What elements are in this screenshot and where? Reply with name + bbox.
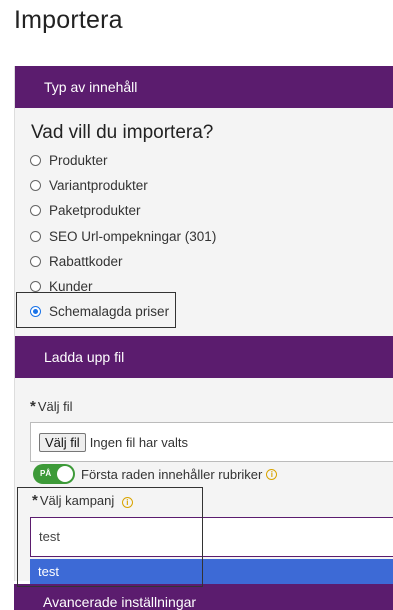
required-mark: * [30,398,36,415]
radio-label: Rabattkoder [49,253,123,269]
radio-option-seo-url[interactable]: SEO Url-ompekningar (301) [29,224,216,249]
campaign-label-text: Välj kampanj [39,493,115,508]
file-field-label: * Välj fil [30,398,73,415]
radio-option-produkter[interactable]: Produkter [29,148,216,173]
radio-option-paketprodukter[interactable]: Paketprodukter [29,198,216,223]
radio-button[interactable] [30,205,41,217]
radio-button[interactable] [30,155,41,167]
radio-option-kunder[interactable]: Kunder [29,274,216,299]
radio-button[interactable] [30,255,41,267]
radio-label: Paketprodukter [49,203,141,219]
header-row-toggle-row: PÅ Första raden innehåller rubriker i [33,464,278,484]
file-status: Ingen fil har valts [89,434,188,450]
radio-label: Produkter [49,153,108,169]
radio-button[interactable] [30,230,41,242]
radio-label: Kunder [49,279,93,295]
upload-panel: Ladda upp fil * Välj fil Välj fil Ingen f… [14,336,393,581]
radio-option-schemalagda-priser[interactable]: Schemalagda priser [29,299,216,324]
radio-label: SEO Url-ompekningar (301) [49,228,217,244]
info-icon[interactable]: i [266,468,278,480]
import-type-radio-group: Produkter Variantprodukter Paketprodukte… [29,148,216,324]
radio-option-rabattkoder[interactable]: Rabattkoder [29,249,216,274]
campaign-field-label: * Välj kampanj i [32,492,133,509]
radio-label: Schemalagda priser [49,304,170,320]
toggle-knob [57,466,73,482]
file-input[interactable]: Välj fil Ingen fil har valts [30,422,393,462]
radio-label: Variantprodukter [49,178,148,194]
required-mark: * [32,492,38,509]
file-label-text: Välj fil [37,399,73,414]
content-type-panel: Typ av innehåll Vad vill du importera? P… [14,66,393,336]
radio-option-variantprodukter[interactable]: Variantprodukter [29,173,216,198]
campaign-input[interactable]: test [30,517,393,557]
radio-button-selected[interactable] [30,306,41,318]
upload-header[interactable]: Ladda upp fil [15,336,393,378]
radio-button[interactable] [30,281,41,293]
content-type-header[interactable]: Typ av innehåll [15,66,393,108]
info-icon[interactable]: i [121,497,133,508]
import-question: Vad vill du importera? [31,122,214,143]
toggle-state: PÅ [40,469,52,478]
radio-button[interactable] [30,180,41,192]
choose-file-button[interactable]: Välj fil [39,432,86,452]
header-row-toggle[interactable]: PÅ [33,464,75,484]
page-title: Importera [14,6,123,34]
advanced-settings-header[interactable]: Avancerade inställningar [14,584,393,610]
toggle-label: Första raden innehåller rubriker [81,466,263,482]
dropdown-option-test[interactable]: test [30,559,393,584]
